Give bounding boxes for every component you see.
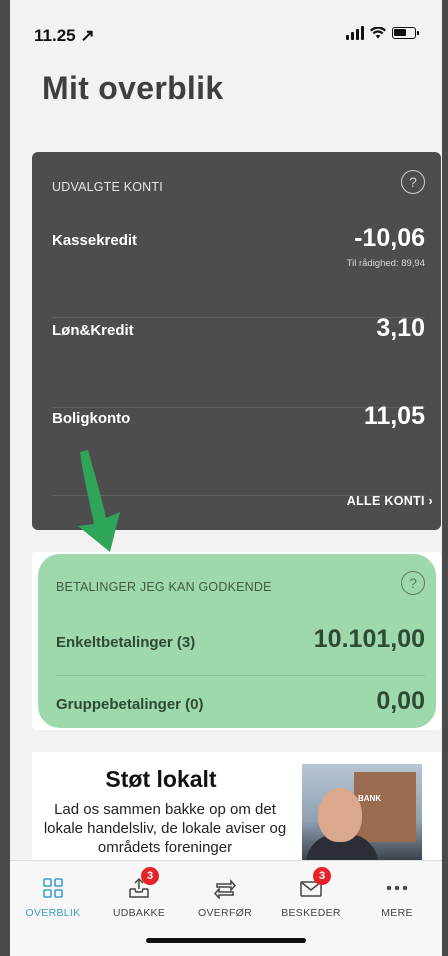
payment-name: Gruppebetalinger (0): [56, 696, 204, 713]
approvable-payments-card: BETALINGER JEG KAN GODKENDE ? Enkeltbeta…: [32, 552, 441, 730]
person-face: [318, 788, 362, 842]
tab-label: OVERFØR: [197, 907, 253, 919]
status-bar: 11.25 ↗: [10, 24, 442, 48]
home-indicator[interactable]: [146, 938, 306, 943]
mail-icon: 3: [291, 867, 331, 901]
tab-label: MERE: [381, 907, 413, 919]
tab-beskeder[interactable]: 3 BESKEDER: [268, 867, 354, 919]
account-row-lon-kredit[interactable]: Løn&Kredit 3,10: [52, 314, 425, 408]
bank-building: BANK: [354, 772, 416, 842]
status-time: 11.25 ↗: [34, 26, 95, 45]
signal-icon: [346, 26, 364, 40]
phone-screen: 11.25 ↗ Mit overblik UDVALGTE KONTI ? Ka…: [10, 0, 442, 956]
payment-amount: 0,00: [376, 687, 425, 715]
grid-icon: [33, 875, 73, 901]
tab-label: UDBAKKE: [112, 907, 166, 919]
promo-photo: BANK: [302, 764, 422, 868]
bank-sign: BANK: [358, 794, 382, 803]
account-name: Kassekredit: [52, 232, 138, 249]
payments-header: BETALINGER JEG KAN GODKENDE: [56, 580, 272, 594]
transfer-icon: [205, 875, 245, 901]
account-row-kassekredit[interactable]: Kassekredit -10,06 Til rådighed: 89,94: [52, 224, 425, 318]
payment-row-group[interactable]: Gruppebetalinger (0) 0,00: [56, 678, 425, 738]
account-name: Løn&Kredit: [52, 322, 134, 339]
payment-amount: 10.101,00: [313, 625, 425, 653]
payments-help-icon[interactable]: ?: [401, 571, 425, 595]
promo-banner[interactable]: Støt lokalt Lad os sammen bakke op om de…: [32, 752, 441, 868]
more-icon: [377, 875, 417, 901]
status-icons: [346, 26, 419, 40]
payment-row-single[interactable]: Enkeltbetalinger (3) 10.101,00: [56, 616, 425, 676]
payment-name: Enkeltbetalinger (3): [56, 634, 196, 651]
device-frame-right: [442, 0, 448, 956]
tab-udbakke[interactable]: 3 UDBAKKE: [96, 867, 182, 919]
outbox-icon: 3: [119, 867, 159, 901]
promo-text: Lad os sammen bakke op om det lokale han…: [43, 801, 287, 856]
down-arrow-annotation: [78, 450, 120, 552]
tab-mere[interactable]: MERE: [354, 875, 440, 919]
battery-icon: [392, 27, 419, 39]
account-balance: 3,10: [376, 314, 425, 342]
tab-overfor[interactable]: OVERFØR: [182, 875, 268, 919]
account-available: Til rådighed: 89,94: [346, 258, 425, 269]
accounts-header: UDVALGTE KONTI: [52, 180, 163, 194]
page-title: Mit overblik: [42, 70, 224, 106]
account-balance: -10,06: [354, 224, 425, 252]
tab-label: OVERBLIK: [25, 907, 81, 919]
all-accounts-link[interactable]: ALLE KONTI ›: [347, 494, 433, 508]
account-name: Boligkonto: [52, 410, 131, 427]
messages-badge: 3: [313, 867, 331, 885]
accounts-help-icon[interactable]: ?: [401, 170, 425, 194]
promo-title: Støt lokalt: [105, 766, 217, 792]
outbox-badge: 3: [141, 867, 159, 885]
wifi-icon: [370, 27, 386, 39]
device-frame-left: [0, 0, 10, 956]
tab-overblik[interactable]: OVERBLIK: [10, 875, 96, 919]
tab-label: BESKEDER: [281, 907, 341, 919]
account-balance: 11,05: [363, 402, 425, 430]
